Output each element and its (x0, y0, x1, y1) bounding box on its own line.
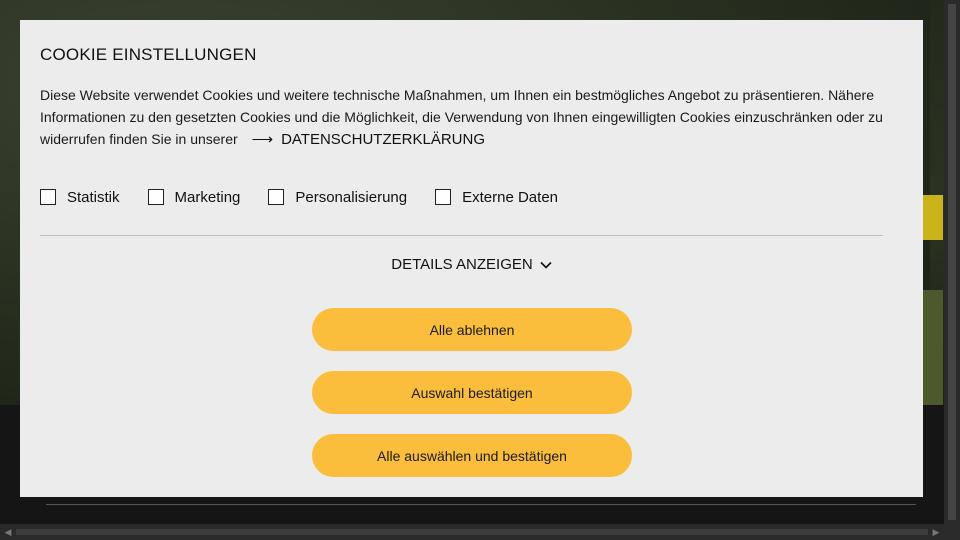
cookie-description: Diese Website verwendet Cookies und weit… (40, 84, 900, 151)
option-label: Marketing (174, 188, 241, 206)
details-toggle[interactable]: DETAILS ANZEIGEN (391, 256, 552, 273)
background-road-sign (923, 195, 943, 240)
cookie-options: Statistik Marketing Personalisierung Ext… (40, 187, 586, 207)
checkbox-marketing[interactable] (147, 189, 164, 205)
scroll-right-icon[interactable]: ▶ (928, 524, 944, 540)
checkbox-externe-daten[interactable] (435, 189, 452, 205)
divider (40, 235, 883, 236)
privacy-policy-link[interactable]: ⟶ DATENSCHUTZERKLÄRUNG (252, 129, 485, 151)
option-personalisierung[interactable]: Personalisierung (268, 189, 407, 206)
option-label: Statistik (67, 188, 120, 206)
vertical-scrollbar[interactable] (944, 0, 960, 524)
accept-all-button[interactable]: Alle auswählen und bestätigen (312, 434, 632, 477)
cookie-settings-modal: COOKIE EINSTELLUNGEN Diese Website verwe… (20, 20, 923, 497)
scroll-left-icon[interactable]: ◀ (0, 524, 16, 540)
horizontal-scrollbar-thumb[interactable] (16, 529, 928, 535)
confirm-selection-button[interactable]: Auswahl bestätigen (312, 371, 632, 414)
details-toggle-row: DETAILS ANZEIGEN (20, 256, 923, 273)
modal-title: COOKIE EINSTELLUNGEN (40, 45, 257, 64)
background-divider (46, 504, 916, 505)
vertical-scrollbar-thumb[interactable] (948, 4, 956, 520)
reject-all-button[interactable]: Alle ablehnen (312, 308, 632, 351)
option-label: Personalisierung (295, 188, 408, 206)
chevron-down-icon (540, 261, 552, 269)
option-label: Externe Daten (462, 188, 558, 206)
option-statistik[interactable]: Statistik (40, 189, 120, 206)
arrow-right-icon: ⟶ (251, 131, 274, 148)
background-road (923, 290, 943, 405)
checkbox-personalisierung[interactable] (268, 189, 285, 205)
privacy-policy-label: DATENSCHUTZERKLÄRUNG (281, 131, 485, 148)
option-externe-daten[interactable]: Externe Daten (435, 189, 558, 206)
option-marketing[interactable]: Marketing (147, 188, 241, 206)
checkbox-statistik[interactable] (40, 189, 56, 205)
details-label: DETAILS ANZEIGEN (391, 256, 533, 273)
horizontal-scrollbar[interactable]: ◀ ▶ (0, 524, 960, 540)
